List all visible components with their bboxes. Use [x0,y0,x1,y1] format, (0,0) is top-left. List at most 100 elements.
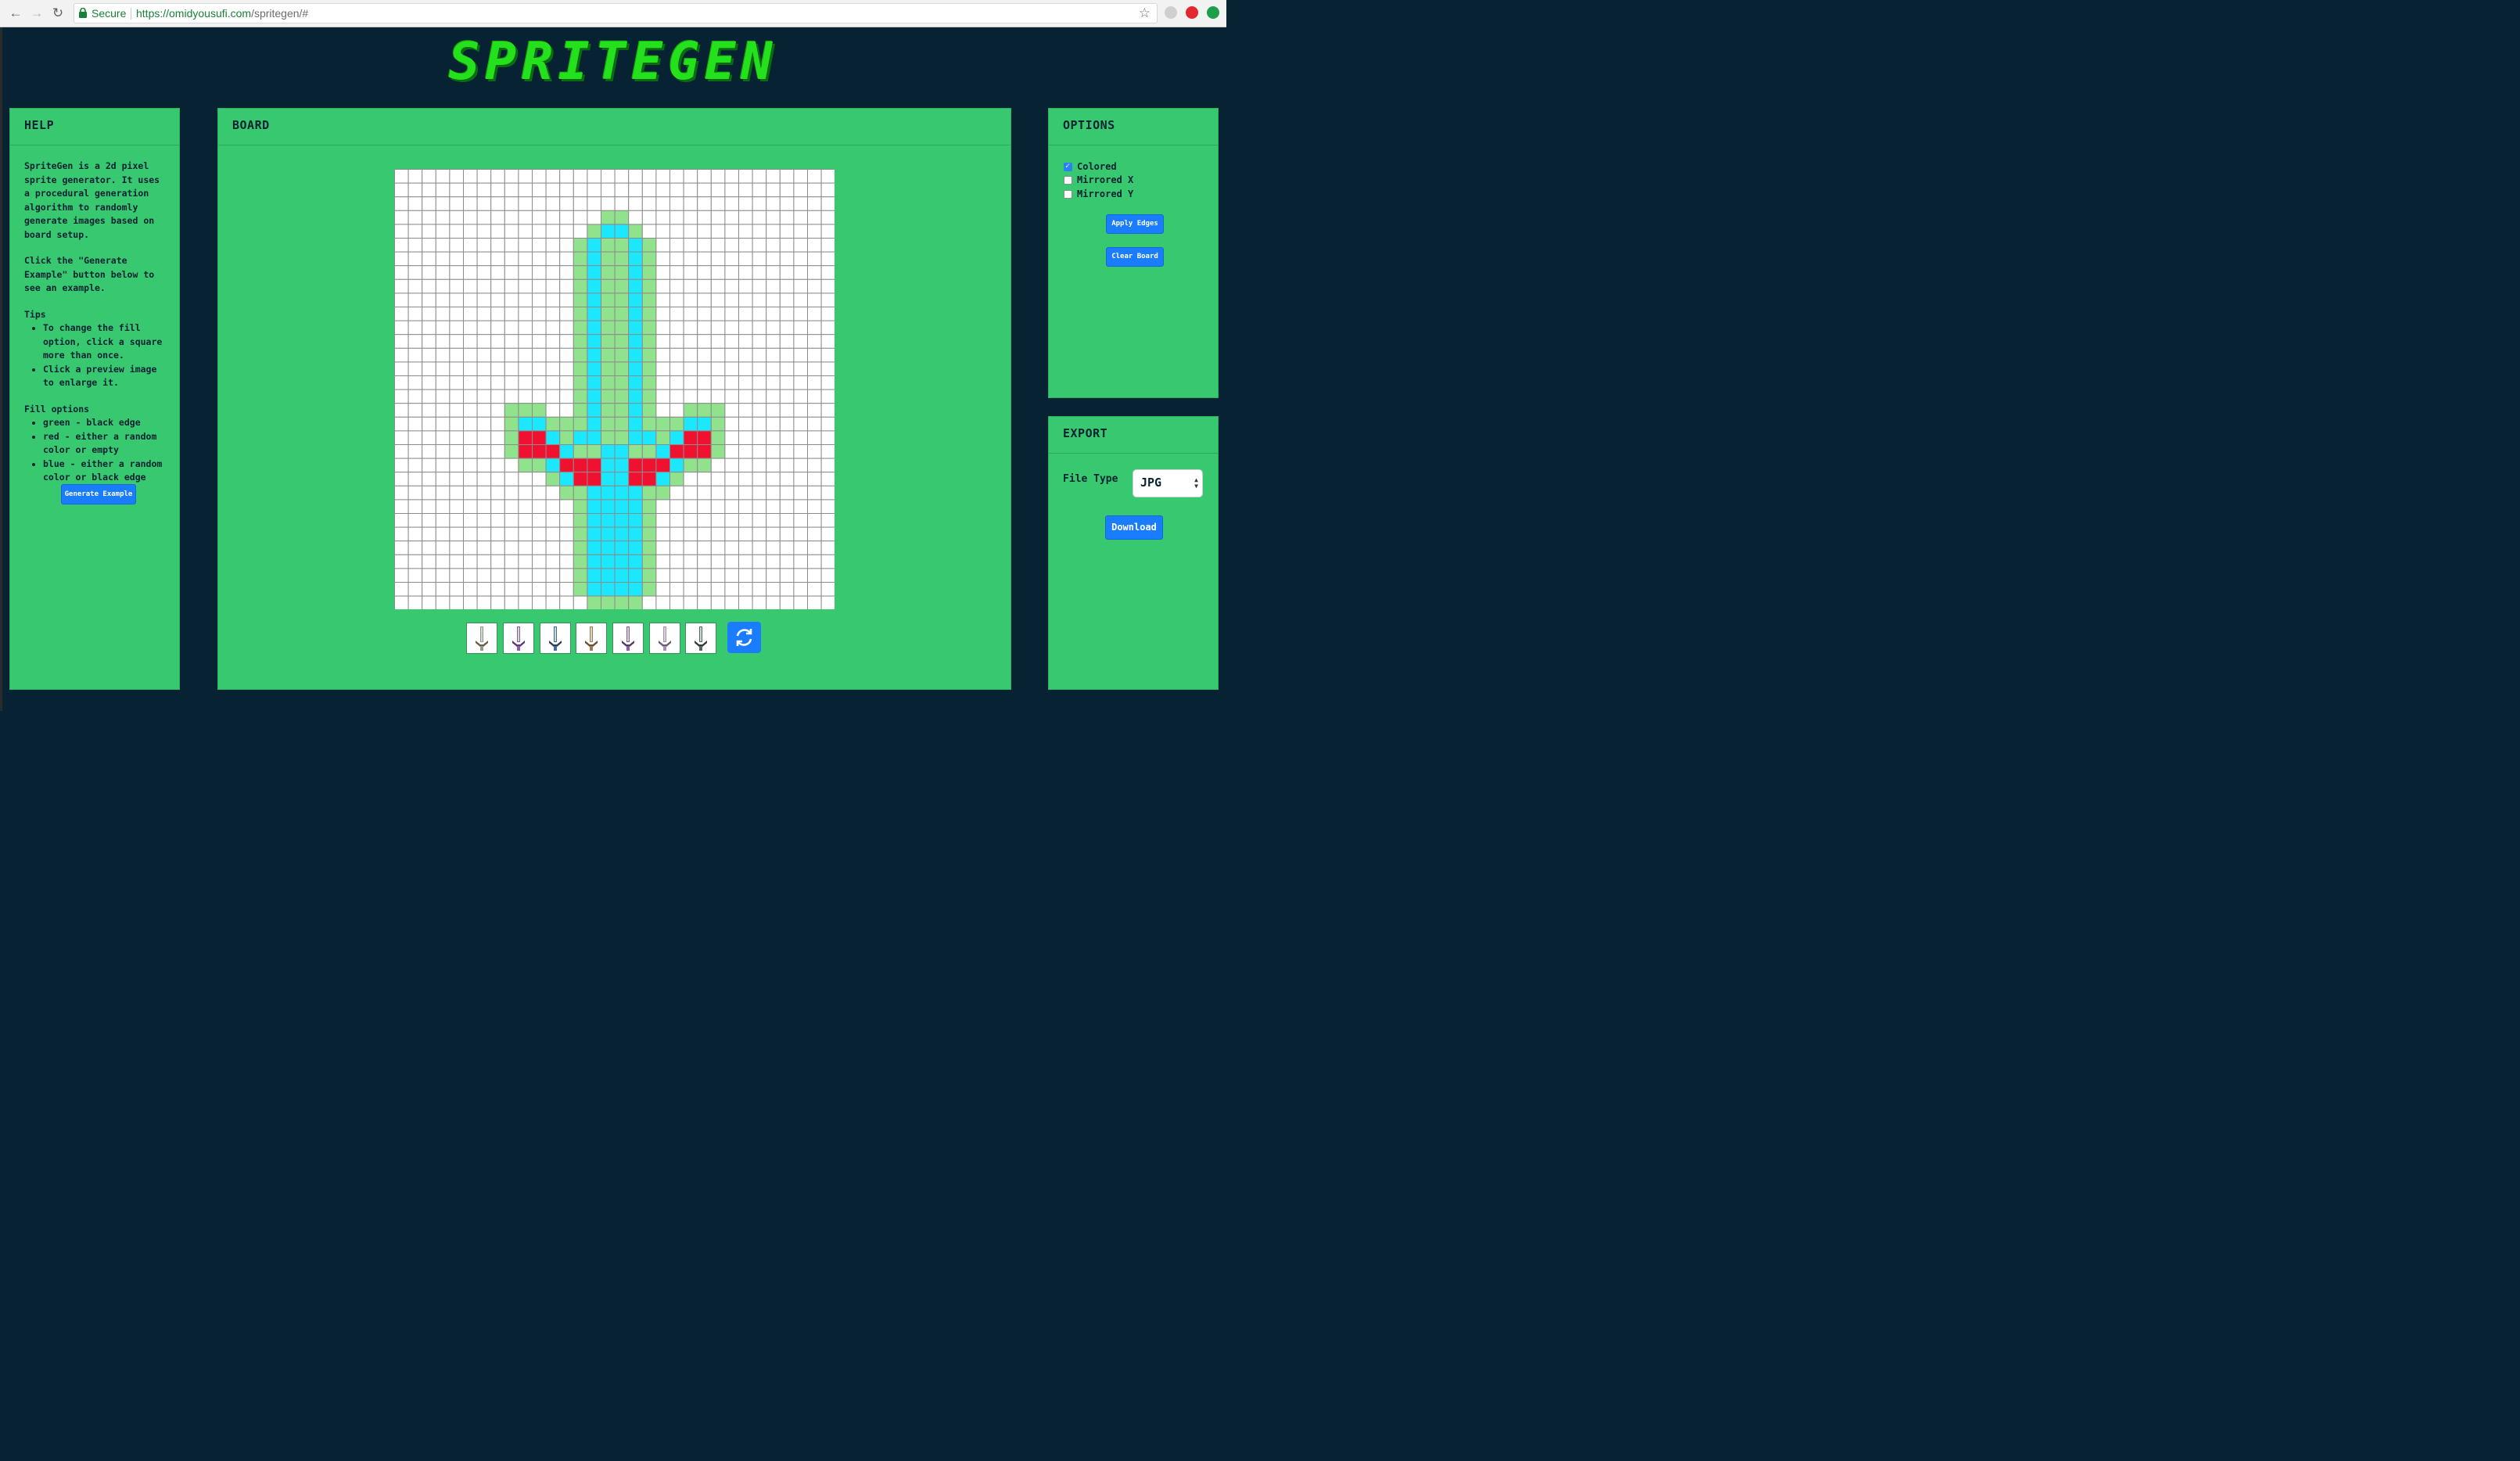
board-cell-green[interactable] [614,320,630,336]
board-cell[interactable] [407,444,423,459]
board-cell[interactable] [766,403,781,418]
board-cell[interactable] [766,238,781,253]
board-cell[interactable] [394,540,409,555]
board-cell[interactable] [532,251,547,267]
board-cell[interactable] [435,472,451,486]
board-cell-blue[interactable] [559,472,574,486]
board-cell-blue[interactable] [655,472,670,486]
board-cell[interactable] [820,540,836,555]
board-cell-green[interactable] [641,278,657,294]
board-cell[interactable] [559,293,574,307]
board-cell[interactable] [710,485,726,501]
board-cell[interactable] [449,444,465,459]
board-cell-blue[interactable] [628,389,643,404]
board-cell[interactable] [463,485,478,501]
board-cell[interactable] [559,554,574,569]
board-cell[interactable] [766,595,781,611]
board-cell[interactable] [683,554,698,569]
board-cell[interactable] [738,293,753,307]
board-cell[interactable] [766,444,781,459]
board-cell-green[interactable] [573,238,588,253]
board-cell[interactable] [669,485,684,501]
board-cell-green[interactable] [573,389,588,404]
board-cell[interactable] [449,403,465,418]
board-cell[interactable] [394,278,409,294]
board-cell[interactable] [449,430,465,445]
board-cell-green[interactable] [573,582,588,597]
board-cell[interactable] [697,499,712,514]
board-cell[interactable] [435,568,451,583]
board-cell[interactable] [394,293,409,307]
board-cell[interactable] [463,347,478,363]
board-cell[interactable] [504,293,519,307]
board-cell-green[interactable] [573,265,588,280]
board-cell[interactable] [683,224,698,239]
board-cell[interactable] [724,169,739,184]
board-cell[interactable] [545,238,561,253]
board-cell[interactable] [545,210,561,225]
board-cell[interactable] [490,554,505,569]
board-cell[interactable] [601,196,616,211]
board-cell[interactable] [766,293,781,307]
board-cell[interactable] [449,595,465,611]
board-cell[interactable] [766,568,781,583]
preview-thumbnail[interactable] [649,623,680,654]
board-cell[interactable] [422,444,436,459]
board-cell[interactable] [422,293,436,307]
board-cell[interactable] [407,251,423,267]
board-cell-blue[interactable] [601,499,616,514]
board-cell[interactable] [738,307,753,321]
board-cell[interactable] [697,265,712,280]
board-cell[interactable] [793,182,808,198]
board-cell[interactable] [710,196,726,211]
board-cell[interactable] [793,278,808,294]
board-cell[interactable] [683,582,698,597]
board-cell[interactable] [449,278,465,294]
board-cell[interactable] [407,375,423,390]
board-cell[interactable] [518,320,533,336]
board-cell[interactable] [476,293,492,307]
board-cell[interactable] [779,224,795,239]
board-cell-blue[interactable] [587,265,601,280]
board-cell[interactable] [683,361,698,376]
board-cell[interactable] [697,210,712,225]
board-cell-blue[interactable] [697,416,712,432]
board-cell-blue[interactable] [628,293,643,307]
board-cell[interactable] [807,595,822,611]
board-cell[interactable] [587,169,601,184]
board-cell-blue[interactable] [587,540,601,555]
board-cell-red[interactable] [697,430,712,445]
board-cell[interactable] [504,320,519,336]
board-cell[interactable] [490,210,505,225]
board-cell[interactable] [490,582,505,597]
board-cell[interactable] [463,554,478,569]
board-cell[interactable] [724,485,739,501]
board-cell[interactable] [807,485,822,501]
board-cell[interactable] [407,430,423,445]
board-cell-red[interactable] [545,444,561,459]
board-cell[interactable] [655,182,670,198]
board-cell[interactable] [559,196,574,211]
board-cell[interactable] [422,499,436,514]
board-cell[interactable] [545,595,561,611]
board-cell[interactable] [435,210,451,225]
board-cell[interactable] [683,265,698,280]
board-cell[interactable] [628,169,643,184]
board-cell-blue[interactable] [587,361,601,376]
board-cell[interactable] [573,224,588,239]
board-cell[interactable] [820,169,836,184]
board-cell[interactable] [738,375,753,390]
board-cell[interactable] [463,238,478,253]
board-cell-green[interactable] [601,389,616,404]
board-cell[interactable] [669,389,684,404]
board-cell[interactable] [587,196,601,211]
board-cell[interactable] [655,389,670,404]
board-cell-green[interactable] [641,347,657,363]
board-cell[interactable] [655,540,670,555]
board-cell[interactable] [807,444,822,459]
board-cell-blue[interactable] [601,444,616,459]
board-cell[interactable] [559,307,574,321]
board-cell[interactable] [422,278,436,294]
board-cell[interactable] [532,307,547,321]
board-cell[interactable] [752,499,767,514]
